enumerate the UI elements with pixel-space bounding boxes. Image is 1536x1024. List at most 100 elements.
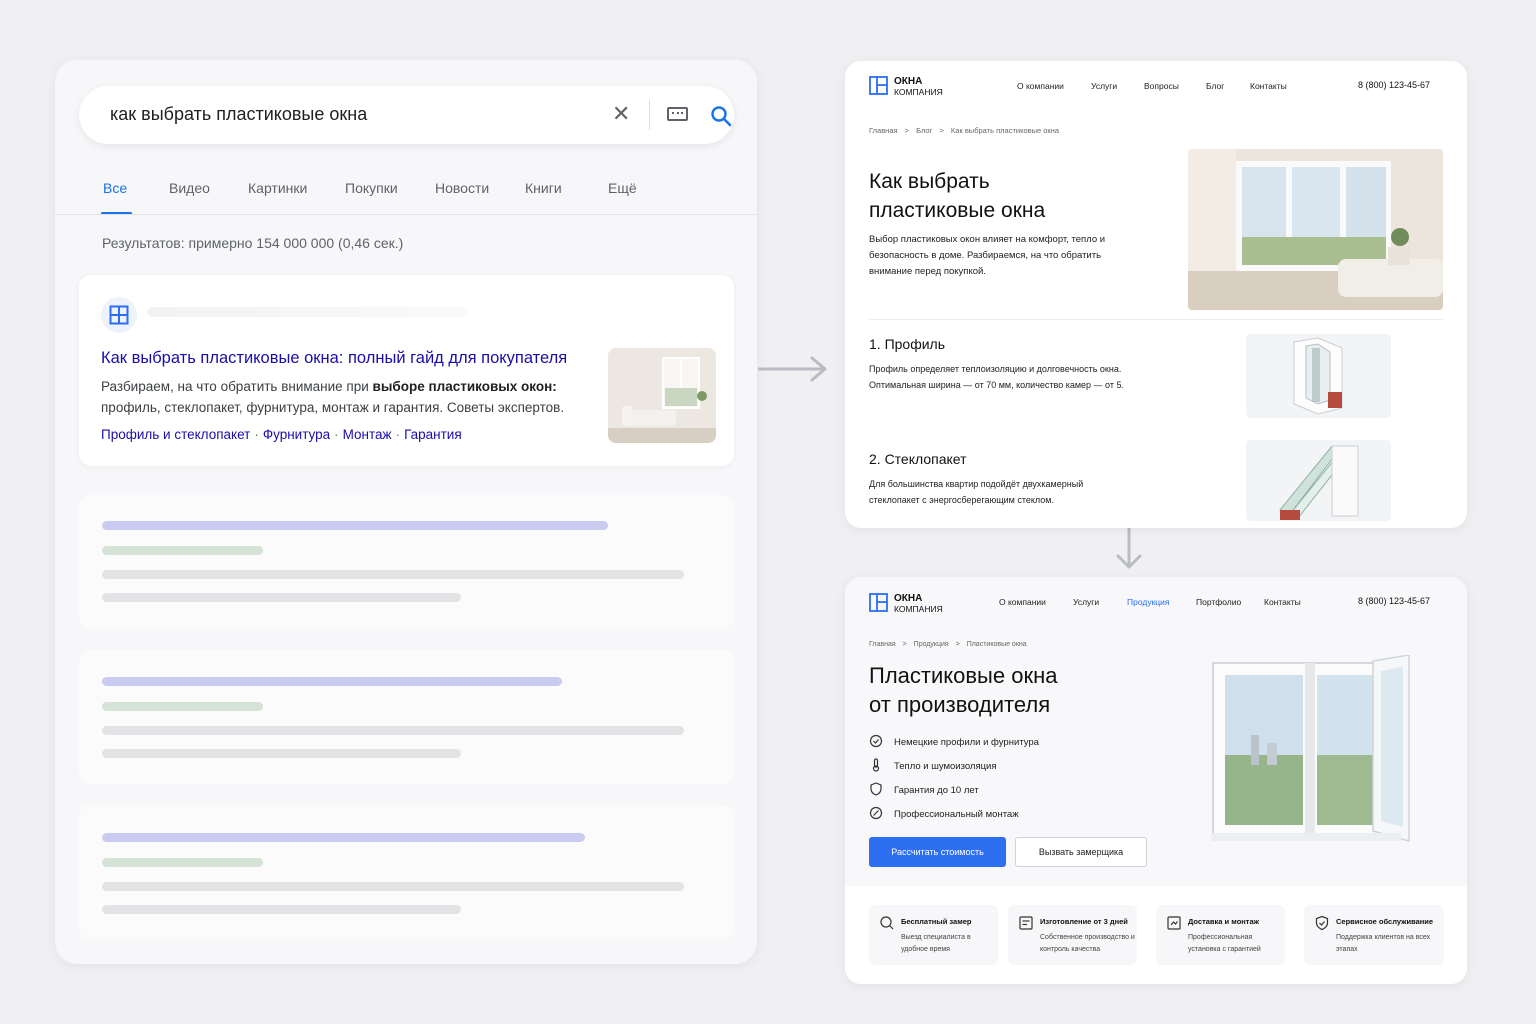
- tab-shopping[interactable]: Покупки: [345, 180, 398, 196]
- result-stats: Результатов: примерно 154 000 000 (0,46 …: [102, 235, 404, 251]
- product-page: ОКНА КОМПАНИЯ О компании Услуги Продукци…: [845, 577, 1467, 984]
- wrench-icon: [869, 806, 883, 820]
- calculate-price-button[interactable]: Рассчитать стоимость: [869, 837, 1006, 867]
- skeleton-result: [79, 805, 734, 939]
- tab-all[interactable]: Все: [103, 180, 127, 196]
- section-heading-glazing: 2. Стеклопакет: [869, 451, 967, 467]
- breadcrumb-home[interactable]: Главная: [869, 641, 896, 648]
- window-logo-icon: [869, 76, 888, 95]
- feature-text: Профессиональный монтаж: [894, 809, 1019, 820]
- glazing-unit-image: [1246, 440, 1391, 521]
- arrow-down-icon: [1116, 528, 1142, 569]
- profile-image: [1246, 334, 1391, 418]
- advantage-card: Доставка и монтаж Профессиональная устан…: [1156, 905, 1285, 965]
- nav-portfolio[interactable]: Портфолио: [1196, 597, 1241, 607]
- window-product-image: [1211, 654, 1417, 845]
- phone-number[interactable]: 8 (800) 123-45-67: [1358, 596, 1430, 606]
- nav-services[interactable]: Услуги: [1073, 597, 1099, 607]
- sitelink-installation[interactable]: Монтаж: [343, 427, 392, 442]
- skeleton-bar: [102, 521, 608, 530]
- tab-more[interactable]: Ещё: [608, 180, 637, 196]
- breadcrumb: Главная > Продукция > Пластиковые окна: [869, 641, 1027, 648]
- skeleton-bar: [102, 702, 263, 711]
- sitelink-warranty[interactable]: Гарантия: [404, 427, 462, 442]
- nav-about[interactable]: О компании: [999, 597, 1046, 607]
- advantage-card: Изготовление от 3 дней Собственное произ…: [1008, 905, 1137, 965]
- search-icon[interactable]: [710, 105, 732, 132]
- breadcrumb-products[interactable]: Продукция: [914, 641, 949, 648]
- breadcrumb-blog[interactable]: Блог: [916, 126, 932, 135]
- badge-icon: [869, 734, 883, 748]
- skeleton-bar: [102, 882, 684, 891]
- arrow-right-icon: [758, 356, 827, 382]
- logo-subtitle: КОМПАНИЯ: [894, 604, 943, 614]
- result-title-link[interactable]: Как выбрать пластиковые окна: полный гай…: [101, 349, 567, 368]
- nav-about[interactable]: О компании: [1017, 81, 1064, 91]
- search-input[interactable]: как выбрать пластиковые окна: [110, 104, 367, 125]
- skeleton-bar: [102, 546, 263, 555]
- truck-icon: [1167, 916, 1181, 930]
- nav-blog[interactable]: Блог: [1206, 81, 1224, 91]
- sitelink-hardware[interactable]: Фурнитура: [263, 427, 330, 442]
- search-results-panel: как выбрать пластиковые окна ✕ Все Видео…: [55, 60, 757, 964]
- card-description: Собственное производство и контроль каче…: [1040, 934, 1135, 953]
- company-logo[interactable]: ОКНА КОМПАНИЯ: [869, 593, 943, 617]
- nav-contacts[interactable]: Контакты: [1264, 597, 1301, 607]
- card-title: Доставка и монтаж: [1188, 917, 1259, 926]
- card-description: Выезд специалиста в удобное время: [901, 934, 971, 953]
- card-title: Изготовление от 3 дней: [1040, 917, 1128, 926]
- tab-news[interactable]: Новости: [435, 180, 489, 196]
- blog-article-page: ОКНА КОМПАНИЯ О компании Услуги Вопросы …: [845, 61, 1467, 528]
- article-title-line: пластиковые окна: [869, 199, 1046, 222]
- skeleton-bar: [102, 749, 461, 758]
- nav-contacts[interactable]: Контакты: [1250, 81, 1287, 91]
- call-measurer-button[interactable]: Вызвать замерщика: [1015, 837, 1147, 867]
- snippet-text: Разбираем, на что обратить внимание при: [101, 379, 373, 394]
- search-bar-divider: [649, 100, 650, 130]
- site-favicon: [101, 297, 137, 333]
- skeleton-bar: [102, 726, 684, 735]
- nav-products[interactable]: Продукция: [1127, 597, 1170, 607]
- advantage-card: Сервисное обслуживание Поддержка клиенто…: [1304, 905, 1444, 965]
- search-result: Как выбрать пластиковые окна: полный гай…: [79, 275, 734, 466]
- breadcrumb: Главная > Блог > Как выбрать пластиковые…: [869, 126, 1059, 135]
- keyboard-icon[interactable]: [667, 107, 688, 121]
- nav-services[interactable]: Услуги: [1091, 81, 1117, 91]
- snippet-bold: выборе пластиковых окон:: [372, 379, 557, 394]
- shield-check-icon: [1315, 915, 1329, 931]
- tab-video[interactable]: Видео: [169, 180, 210, 196]
- card-title: Сервисное обслуживание: [1336, 917, 1434, 926]
- nav-faq[interactable]: Вопросы: [1144, 81, 1179, 91]
- breadcrumb-current: Как выбрать пластиковые окна: [950, 126, 1060, 135]
- breadcrumb-home[interactable]: Главная: [869, 126, 898, 135]
- breadcrumb-separator: >: [939, 126, 944, 135]
- advantage-card: Бесплатный замер Выезд специалиста в удо…: [869, 905, 998, 965]
- factory-icon: [1019, 916, 1033, 930]
- tab-books[interactable]: Книги: [525, 180, 562, 196]
- tabs-divider: [55, 214, 757, 215]
- skeleton-bar: [102, 677, 562, 686]
- clear-icon[interactable]: ✕: [612, 103, 630, 125]
- breadcrumb-separator: >: [904, 126, 910, 135]
- tab-images[interactable]: Картинки: [248, 180, 307, 196]
- product-title-line: Пластиковые окна: [869, 663, 1058, 688]
- logo-title: ОКНА: [894, 76, 923, 87]
- card-description: Профессиональная установка с гарантией: [1188, 934, 1261, 953]
- phone-number[interactable]: 8 (800) 123-45-67: [1358, 80, 1430, 90]
- skeleton-result: [79, 650, 734, 784]
- result-snippet: Разбираем, на что обратить внимание при …: [101, 376, 571, 418]
- sitelink-separator: ·: [395, 427, 401, 442]
- snippet-text-end: профиль, стеклопакет, фурнитура, монтаж …: [101, 400, 565, 415]
- feature-text: Тепло и шумоизоляция: [894, 761, 997, 772]
- feature-text: Гарантия до 10 лет: [894, 785, 979, 796]
- result-thumbnail[interactable]: [608, 348, 716, 443]
- logo-title: ОКНА: [894, 593, 923, 604]
- search-bar[interactable]: как выбрать пластиковые окна ✕: [79, 86, 734, 144]
- blurred-site-name: [147, 307, 467, 317]
- card-title: Бесплатный замер: [901, 917, 972, 926]
- company-logo[interactable]: ОКНА КОМПАНИЯ: [869, 76, 943, 100]
- sitelink-profile[interactable]: Профиль и стеклопакет: [101, 427, 250, 442]
- shield-icon: [870, 782, 882, 796]
- article-intro: Выбор пластиковых окон влияет на комфорт…: [869, 234, 1106, 277]
- skeleton-bar: [102, 905, 461, 914]
